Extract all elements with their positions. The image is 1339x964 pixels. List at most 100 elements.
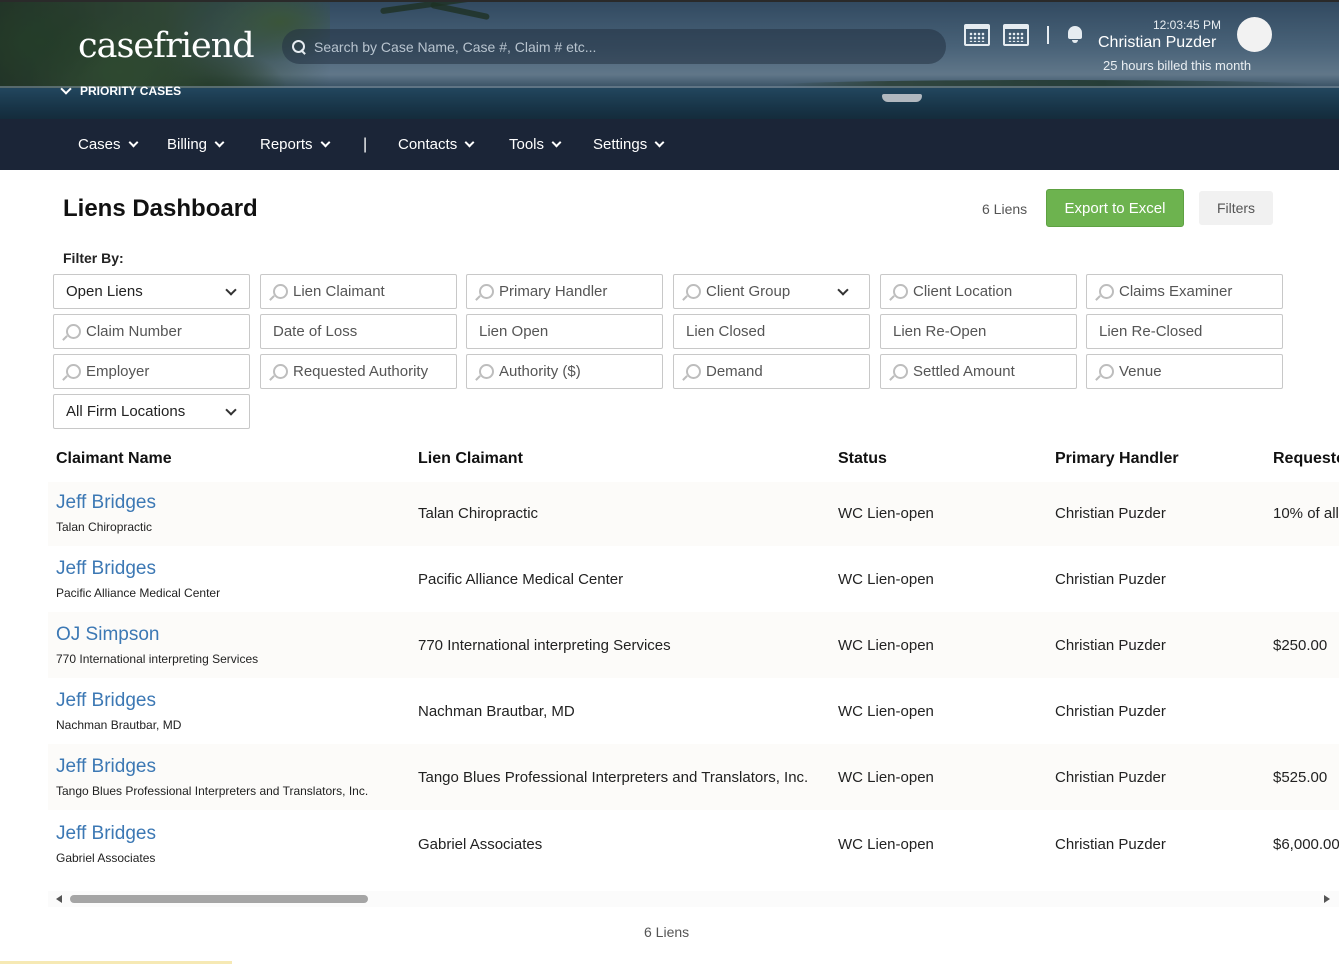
global-search[interactable] — [282, 29, 946, 64]
primary-handler-placeholder: Primary Handler — [499, 283, 608, 300]
nav-tools-label: Tools — [509, 136, 545, 153]
settled-amount-placeholder: Settled Amount — [913, 363, 1015, 380]
user-name[interactable]: Christian Puzder — [1098, 34, 1216, 52]
employer-filter[interactable]: Employer — [53, 354, 250, 389]
claimant-sub: Nachman Brautbar, MD — [56, 718, 182, 732]
search-icon — [269, 363, 288, 381]
claim-number-filter[interactable]: Claim Number — [53, 314, 250, 349]
calendar-grid — [969, 32, 985, 42]
chevron-down-icon — [320, 137, 330, 148]
logo[interactable]: casefriend — [78, 26, 255, 66]
chevron-down-icon — [551, 137, 562, 148]
lien-claimant-placeholder: Lien Claimant — [293, 283, 385, 300]
claims-examiner-placeholder: Claims Examiner — [1119, 283, 1233, 300]
chevron-down-icon — [654, 137, 665, 148]
filter-by-label: Filter By: — [63, 250, 124, 266]
client-group-filter[interactable]: Client Group — [673, 274, 870, 309]
employer-placeholder: Employer — [86, 363, 150, 380]
nav-cases-label: Cases — [78, 136, 121, 153]
col-claimant-name[interactable]: Claimant Name — [56, 450, 172, 468]
demand-filter[interactable]: Demand — [673, 354, 870, 389]
col-status[interactable]: Status — [838, 450, 887, 468]
claim-number-placeholder: Claim Number — [86, 323, 182, 340]
nav-tools[interactable]: Tools — [509, 119, 562, 170]
chevron-down-icon — [837, 284, 849, 296]
nav-reports-label: Reports — [260, 136, 313, 153]
search-input[interactable] — [314, 38, 934, 55]
priority-cases-toggle[interactable]: PRIORITY CASES — [60, 83, 182, 98]
nav-cases[interactable]: Cases — [78, 119, 138, 170]
status-cell: WC Lien-open — [838, 769, 934, 786]
lien-open-placeholder: Lien Open — [479, 323, 549, 340]
filters-button[interactable]: Filters — [1199, 191, 1273, 225]
primary-handler-filter[interactable]: Primary Handler — [466, 274, 663, 309]
nav-reports[interactable]: Reports — [260, 119, 330, 170]
claimant-sub: Pacific Alliance Medical Center — [56, 586, 221, 600]
search-icon — [889, 283, 908, 301]
handler-cell: Christian Puzder — [1055, 637, 1166, 654]
handler-cell: Christian Puzder — [1055, 769, 1166, 786]
chevron-down-icon — [214, 137, 225, 148]
claims-examiner-filter[interactable]: Claims Examiner — [1086, 274, 1283, 309]
lien-reclosed-placeholder: Lien Re-Closed — [1099, 323, 1203, 340]
calendar-week-icon[interactable] — [1003, 24, 1029, 46]
status-cell: WC Lien-open — [838, 505, 934, 522]
export-to-excel-button[interactable]: Export to Excel — [1046, 189, 1184, 227]
bell-icon[interactable] — [1066, 24, 1084, 44]
settled-amount-filter[interactable]: Settled Amount — [880, 354, 1077, 389]
lien-reopen-filter[interactable]: Lien Re-Open — [880, 314, 1077, 349]
lien-count-top: 6 Liens — [982, 201, 1028, 217]
lien-status-select[interactable]: Open Liens — [53, 274, 250, 309]
scroll-right-icon[interactable] — [1324, 895, 1330, 903]
claimant-name-link[interactable]: Jeff Bridges — [56, 756, 156, 778]
search-icon — [292, 39, 306, 54]
col-lien-claimant[interactable]: Lien Claimant — [418, 450, 523, 468]
nav-billing-label: Billing — [167, 136, 208, 153]
firm-locations-value: All Firm Locations — [66, 403, 186, 420]
claimant-name-link[interactable]: Jeff Bridges — [56, 558, 156, 580]
requested-authority-filter[interactable]: Requested Authority — [260, 354, 457, 389]
lien-closed-placeholder: Lien Closed — [686, 323, 766, 340]
claimant-name-link[interactable]: OJ Simpson — [56, 624, 159, 646]
lien-closed-filter[interactable]: Lien Closed — [673, 314, 870, 349]
requested-cell: $525.00 — [1273, 769, 1328, 786]
lien-reclosed-filter[interactable]: Lien Re-Closed — [1086, 314, 1283, 349]
venue-filter[interactable]: Venue — [1086, 354, 1283, 389]
claimant-name-link[interactable]: Jeff Bridges — [56, 690, 156, 712]
claimant-name-link[interactable]: Jeff Bridges — [56, 492, 156, 514]
client-location-filter[interactable]: Client Location — [880, 274, 1077, 309]
search-icon — [475, 363, 494, 381]
avatar[interactable] — [1237, 17, 1272, 52]
priority-cases-label: PRIORITY CASES — [80, 84, 182, 98]
nav-settings-label: Settings — [593, 136, 648, 153]
claimant-sub: Tango Blues Professional Interpreters an… — [56, 784, 369, 798]
client-group-placeholder: Client Group — [706, 283, 791, 300]
lien-claimant-cell: Talan Chiropractic — [418, 505, 539, 522]
clock: 12:03:45 PM — [1153, 18, 1222, 32]
nav-contacts[interactable]: Contacts — [398, 119, 475, 170]
firm-locations-select[interactable]: All Firm Locations — [53, 394, 250, 429]
claimant-sub: Talan Chiropractic — [56, 520, 153, 534]
requested-cell: $6,000.00 — [1273, 836, 1339, 853]
scroll-left-icon[interactable] — [56, 895, 62, 903]
handler-cell: Christian Puzder — [1055, 836, 1166, 853]
col-requested[interactable]: Requested — [1273, 450, 1339, 468]
nav-settings[interactable]: Settings — [593, 119, 665, 170]
claimant-name-link[interactable]: Jeff Bridges — [56, 823, 156, 845]
status-cell: WC Lien-open — [838, 571, 934, 588]
search-icon — [62, 323, 81, 341]
nav-billing[interactable]: Billing — [167, 119, 225, 170]
lien-open-filter[interactable]: Lien Open — [466, 314, 663, 349]
handler-cell: Christian Puzder — [1055, 703, 1166, 720]
date-of-loss-filter[interactable]: Date of Loss — [260, 314, 457, 349]
venue-placeholder: Venue — [1119, 363, 1162, 380]
calendar-icon[interactable] — [964, 24, 990, 46]
chevron-down-icon — [225, 284, 237, 296]
col-primary-handler[interactable]: Primary Handler — [1055, 450, 1179, 468]
claimant-sub: Gabriel Associates — [56, 851, 156, 865]
scrollbar-thumb[interactable] — [70, 895, 368, 903]
authority-filter[interactable]: Authority ($) — [466, 354, 663, 389]
lien-claimant-filter[interactable]: Lien Claimant — [260, 274, 457, 309]
chevron-down-icon — [60, 83, 72, 95]
chevron-down-icon — [128, 137, 138, 148]
